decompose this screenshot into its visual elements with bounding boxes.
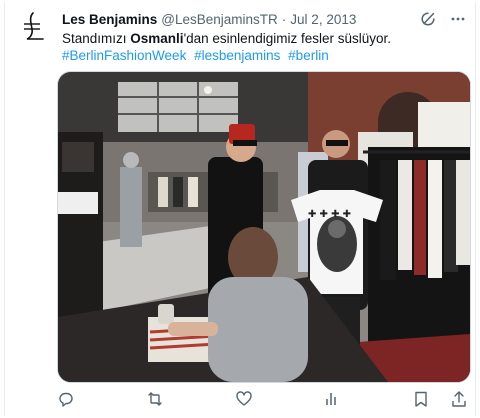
retweet-icon[interactable] (146, 390, 164, 408)
author-name[interactable]: Les Benjamins (62, 12, 157, 27)
hashtag-link[interactable]: #lesbenjamins (194, 48, 280, 63)
tweet-header: Les Benjamins @LesBenjaminsTR · Jul 2, 2… (62, 9, 466, 29)
avatar[interactable] (16, 6, 56, 46)
svg-text:✚ ✚ ✚ ✚: ✚ ✚ ✚ ✚ (308, 209, 351, 220)
tweet-text-part-2: 'dan esinlendigimiz fesler süslüyor. (183, 31, 391, 46)
bookmark-icon[interactable] (412, 390, 430, 408)
action-bar (57, 389, 468, 409)
tweet-text-part-1: Standımızı (62, 31, 131, 46)
tweet-date[interactable]: Jul 2, 2013 (290, 12, 356, 27)
views-icon[interactable] (323, 390, 341, 408)
hashtag-link[interactable]: #BerlinFashionWeek (62, 48, 186, 63)
separator-dot: · (281, 11, 287, 27)
photo-scene: ✚ ✚ ✚ ✚ (58, 72, 470, 382)
tweet-text-bold: Osmanli (130, 31, 184, 46)
tweet-body: Standımızı Osmanli'dan esinlendigimiz fe… (62, 30, 466, 47)
tweet-text: Standımızı Osmanli'dan esinlendigimiz fe… (62, 30, 466, 64)
grok-icon[interactable] (420, 11, 436, 27)
more-icon[interactable] (450, 11, 466, 27)
author-handle[interactable]: @LesBenjaminsTR (161, 12, 278, 27)
les-benjamins-logo-icon (24, 12, 44, 40)
share-icon[interactable] (450, 390, 468, 408)
hashtag-link[interactable]: #berlin (288, 48, 329, 63)
reply-icon[interactable] (57, 390, 75, 408)
like-icon[interactable] (235, 390, 253, 408)
hashtag-list: #BerlinFashionWeek #lesbenjamins #berlin (62, 47, 466, 64)
tweet-photo[interactable]: ✚ ✚ ✚ ✚ (57, 71, 471, 383)
